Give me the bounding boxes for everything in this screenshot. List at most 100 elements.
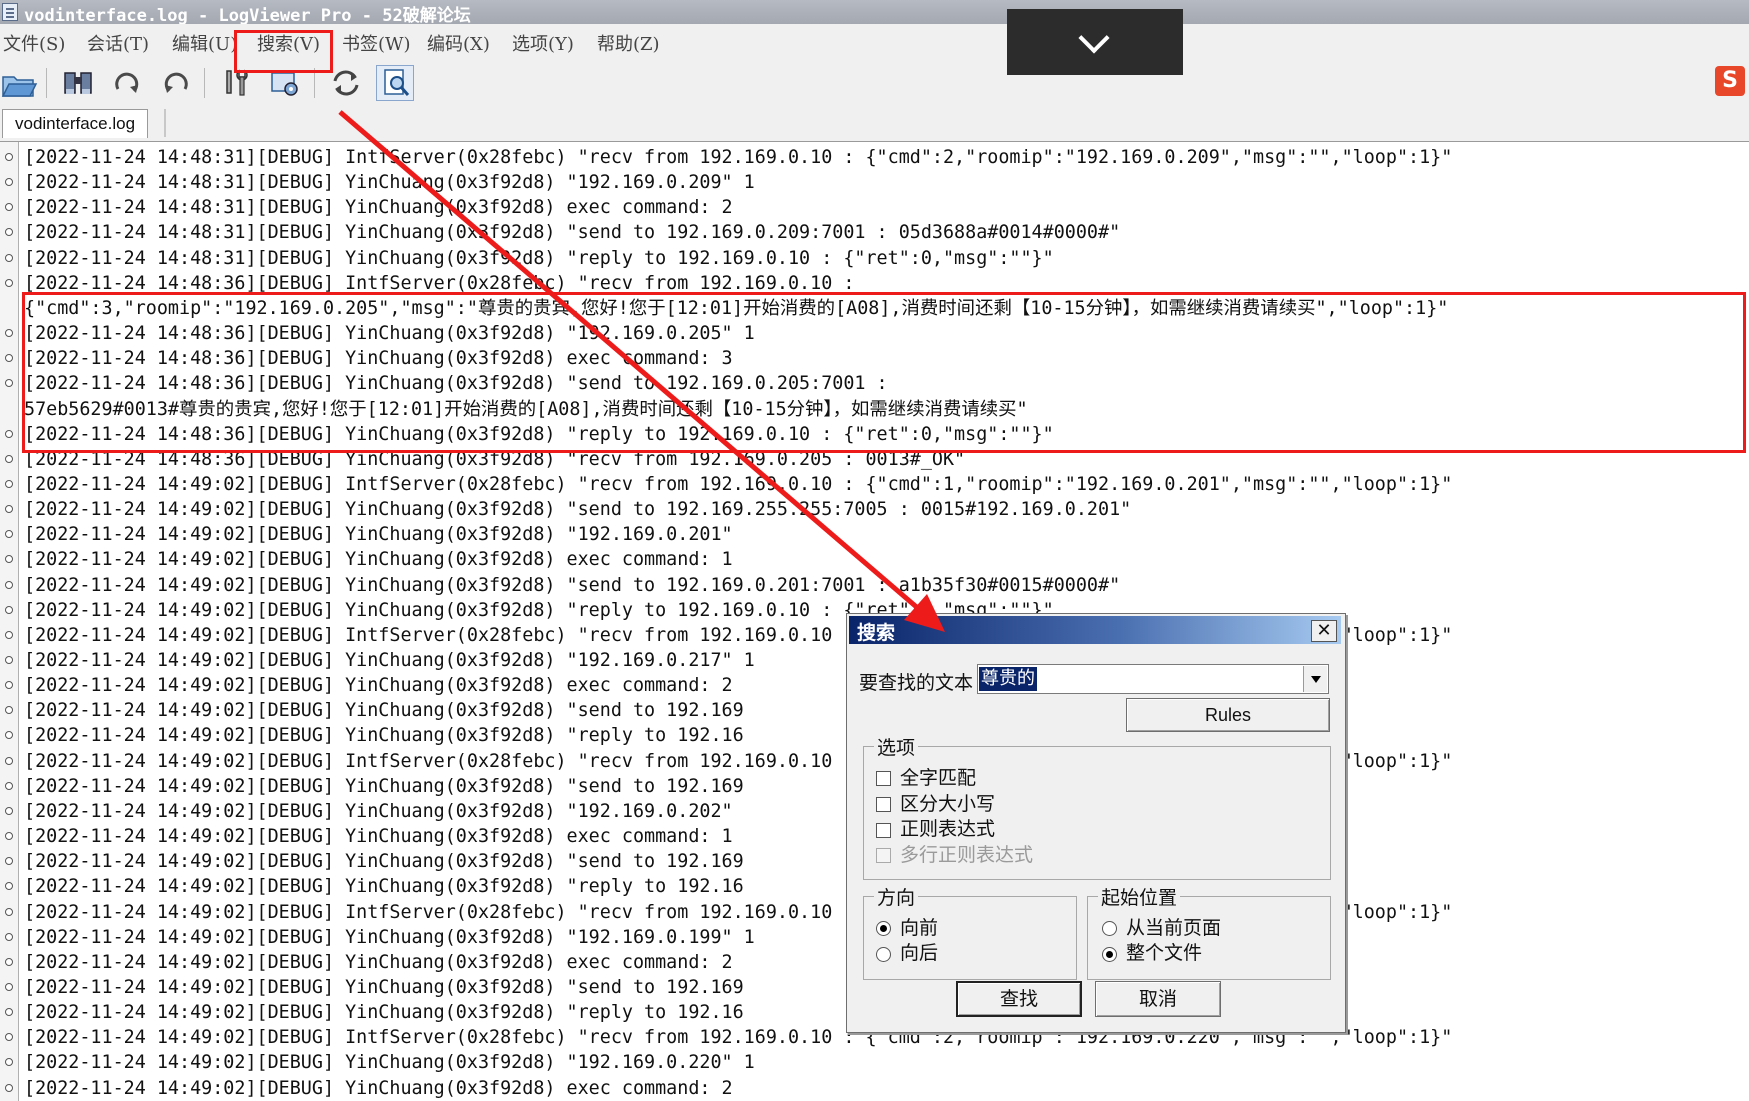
line-marker-icon (5, 354, 13, 363)
menu-file[interactable]: 文件(S) (3, 30, 65, 56)
highlight-box-search-menu (234, 30, 333, 73)
line-marker-icon (5, 706, 13, 715)
log-line: [2022-11-24 14:49:02][DEBUG] YinChuang(0… (24, 876, 744, 898)
line-marker-icon (5, 756, 13, 765)
log-line: [2022-11-24 14:49:02][DEBUG] YinChuang(0… (24, 675, 733, 697)
log-line: [2022-11-24 14:49:02][DEBUG] YinChuang(0… (24, 976, 744, 998)
dialog-title: 搜索 (857, 622, 896, 644)
multiline-regex-checkbox (876, 848, 891, 863)
log-line: [2022-11-24 14:49:02][DEBUG] YinChuang(0… (24, 951, 733, 973)
log-line: [2022-11-24 14:49:02][DEBUG] YinChuang(0… (24, 826, 733, 848)
log-line: [2022-11-24 14:49:02][DEBUG] YinChuang(0… (24, 574, 1121, 596)
start-current-page-radio[interactable] (1102, 921, 1117, 936)
whole-word-checkbox[interactable] (876, 771, 891, 786)
binoculars-icon[interactable] (59, 65, 97, 101)
direction-group-label: 方向 (874, 883, 919, 910)
log-line: [2022-11-24 14:49:02][DEBUG] YinChuang(0… (24, 499, 1132, 521)
line-marker-icon (5, 857, 13, 866)
regex-label: 正则表达式 (900, 818, 996, 840)
tab-separator (164, 109, 166, 137)
line-gutter (0, 142, 19, 1101)
line-marker-icon (5, 278, 13, 287)
find-button[interactable]: 查找 (956, 981, 1082, 1017)
line-marker-icon (5, 982, 13, 991)
start-position-group: 起始位置 从当前页面 整个文件 (1087, 883, 1331, 980)
undo-icon[interactable] (157, 65, 195, 101)
line-marker-icon (5, 932, 13, 941)
log-line: [2022-11-24 14:48:31][DEBUG] YinChuang(0… (24, 222, 1121, 244)
multiline-regex-label: 多行正则表达式 (900, 844, 1034, 866)
line-marker-icon (5, 530, 13, 539)
line-marker-icon (5, 505, 13, 514)
start-position-group-label: 起始位置 (1098, 883, 1181, 910)
toolbar-separator (204, 68, 205, 98)
line-marker-icon (5, 656, 13, 664)
line-marker-icon (5, 253, 13, 262)
chevron-down-icon[interactable] (1303, 666, 1327, 692)
collapse-panel-button[interactable] (1007, 9, 1183, 75)
line-marker-icon (5, 203, 13, 212)
line-marker-icon (5, 832, 13, 841)
menu-session[interactable]: 会话(T) (87, 30, 149, 56)
log-line: [2022-11-24 14:48:31][DEBUG] YinChuang(0… (24, 172, 755, 194)
menu-help[interactable]: 帮助(Z) (597, 30, 660, 56)
start-current-page-label: 从当前页面 (1126, 917, 1222, 939)
redo-icon[interactable] (108, 65, 146, 101)
dialog-title-bar: 搜索 ✕ (849, 616, 1341, 644)
input-method-icon[interactable]: S (1715, 66, 1745, 96)
line-marker-icon (5, 806, 13, 815)
line-marker-icon (5, 907, 13, 916)
line-marker-icon (5, 605, 13, 614)
log-line: [2022-11-24 14:49:02][DEBUG] YinChuang(0… (24, 700, 744, 722)
cancel-button[interactable]: 取消 (1095, 981, 1221, 1017)
find-text-value[interactable]: 尊贵的 (979, 667, 1037, 691)
whole-word-label: 全字匹配 (900, 767, 977, 789)
log-line: [2022-11-24 14:49:02][DEBUG] YinChuang(0… (24, 1002, 744, 1024)
line-marker-icon (5, 781, 13, 790)
start-whole-file-radio[interactable] (1102, 947, 1117, 962)
line-marker-icon (5, 153, 13, 161)
direction-forward-label: 向前 (900, 917, 939, 939)
menu-edit[interactable]: 编辑(U) (172, 30, 237, 56)
line-marker-icon (5, 957, 13, 966)
line-marker-icon (5, 580, 13, 589)
line-marker-icon (5, 454, 13, 463)
log-line: [2022-11-24 14:49:02][DEBUG] YinChuang(0… (24, 851, 744, 873)
line-marker-icon (5, 681, 13, 690)
line-marker-icon (5, 379, 13, 388)
log-line: [2022-11-24 14:48:31][DEBUG] IntfServer(… (24, 147, 1453, 168)
menu-bookmarks[interactable]: 书签(W) (342, 30, 411, 56)
log-line: [2022-11-24 14:49:02][DEBUG] YinChuang(0… (24, 775, 744, 797)
chevron-down-icon (1078, 22, 1110, 54)
app-icon (2, 3, 18, 21)
close-icon[interactable]: ✕ (1311, 620, 1337, 642)
menu-encoding[interactable]: 编码(X) (427, 30, 490, 56)
open-folder-icon[interactable] (0, 65, 38, 101)
log-line: [2022-11-24 14:49:02][DEBUG] YinChuang(0… (24, 1052, 755, 1074)
log-line: [2022-11-24 14:49:02][DEBUG] YinChuang(0… (24, 650, 755, 671)
rules-button[interactable]: Rules (1126, 698, 1330, 732)
tab-vodinterface-log[interactable]: vodinterface.log (2, 109, 149, 138)
options-group: 选项 全字匹配 区分大小写 正则表达式 多行正则表达式 (863, 733, 1331, 880)
match-case-checkbox[interactable] (876, 797, 891, 812)
find-text-combo[interactable]: 尊贵的 (977, 664, 1329, 694)
regex-checkbox[interactable] (876, 823, 891, 838)
log-line: [2022-11-24 14:49:02][DEBUG] IntfServer(… (24, 473, 1453, 495)
log-line: [2022-11-24 14:49:02][DEBUG] YinChuang(0… (24, 549, 733, 571)
log-line: [2022-11-24 14:49:02][DEBUG] YinChuang(0… (24, 524, 733, 546)
menu-options[interactable]: 选项(Y) (512, 30, 574, 56)
direction-backward-radio[interactable] (876, 947, 891, 962)
log-line: [2022-11-24 14:49:02][DEBUG] YinChuang(0… (24, 926, 755, 948)
toolbar-separator (46, 68, 47, 98)
log-line: [2022-11-24 14:49:02][DEBUG] YinChuang(0… (24, 800, 733, 822)
direction-group: 方向 向前 向后 (863, 883, 1077, 980)
line-marker-icon (5, 1083, 13, 1092)
line-marker-icon (5, 731, 13, 740)
line-marker-icon (5, 178, 13, 187)
start-whole-file-label: 整个文件 (1126, 942, 1203, 964)
find-document-icon[interactable] (376, 65, 414, 101)
direction-forward-radio[interactable] (876, 921, 891, 936)
window-title: vodinterface.log - LogViewer Pro - 52破解论… (24, 6, 471, 26)
log-line: [2022-11-24 14:49:02][DEBUG] YinChuang(0… (24, 725, 744, 747)
log-line: [2022-11-24 14:48:31][DEBUG] YinChuang(0… (24, 247, 1054, 269)
